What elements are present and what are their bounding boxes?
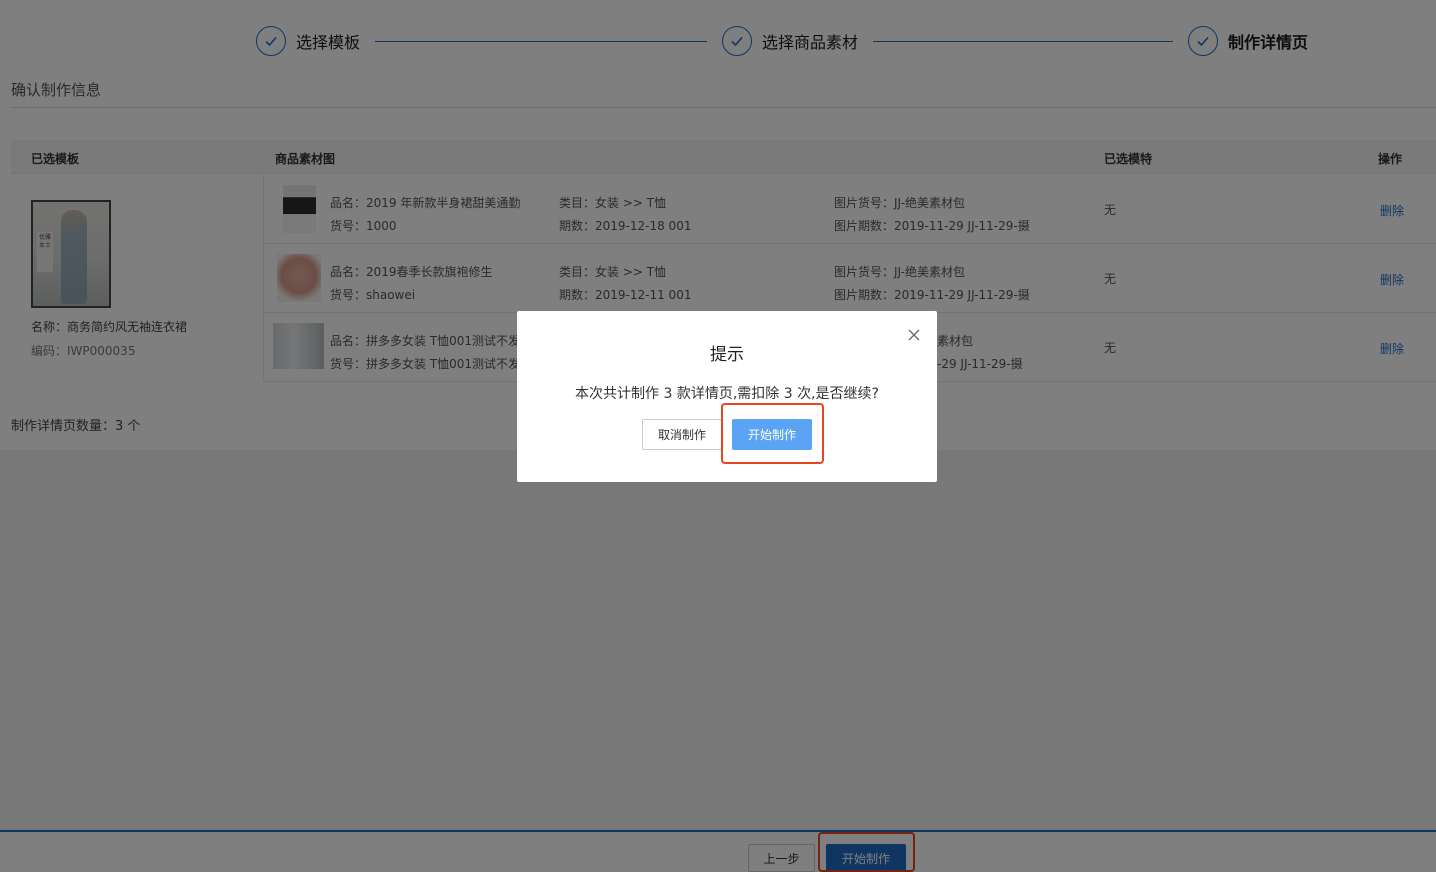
confirm-start-button[interactable]: 开始制作 — [732, 419, 812, 450]
dialog-message: 本次共计制作 3 款详情页,需扣除 3 次,是否继续? — [575, 386, 879, 402]
close-icon[interactable] — [907, 327, 921, 341]
confirm-dialog: 提示 本次共计制作 3 款详情页,需扣除 3 次,是否继续? 取消制作 开始制作 — [517, 311, 937, 482]
dialog-title: 提示 — [710, 345, 744, 365]
cancel-button[interactable]: 取消制作 — [642, 419, 722, 450]
